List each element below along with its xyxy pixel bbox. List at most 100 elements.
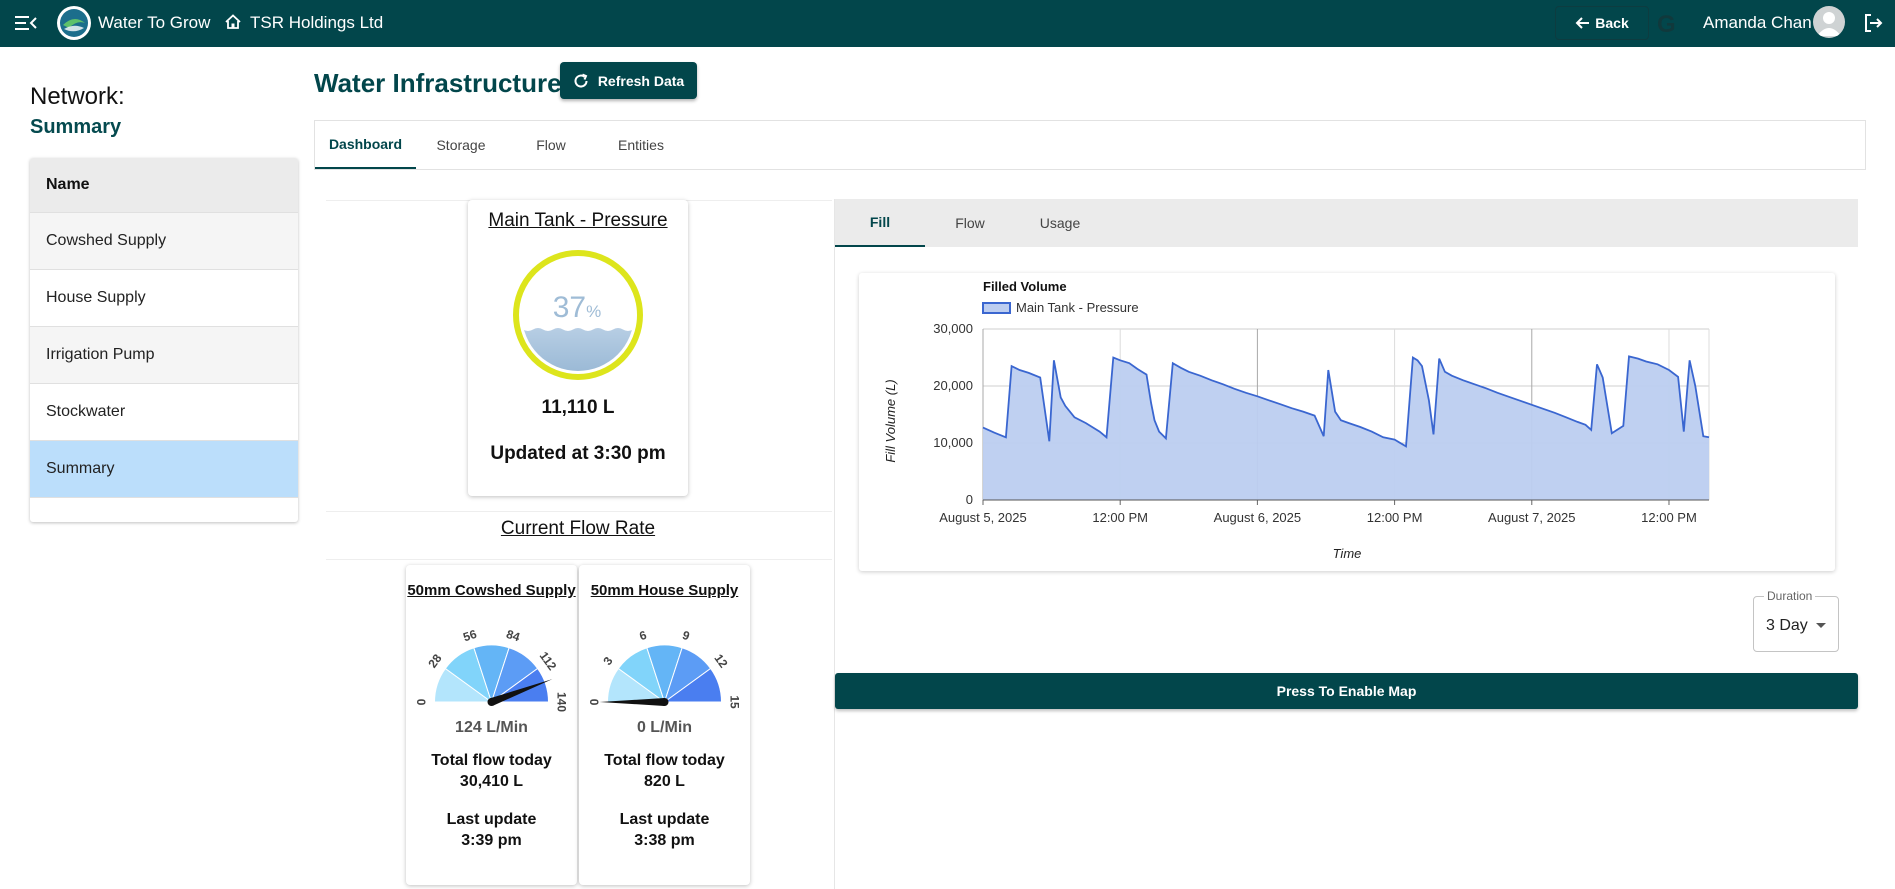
tank-level-gauge: 37% <box>513 250 643 380</box>
gauge-tick-label: 15 <box>727 695 741 709</box>
page-title: Water Infrastructure <box>314 68 562 98</box>
water-drop-logo-icon <box>60 9 88 37</box>
sidebar-item-summary[interactable]: Summary <box>30 441 298 498</box>
x-tick-label: 12:00 PM <box>1641 510 1697 525</box>
sidebar-item-house-supply[interactable]: House Supply <box>30 270 298 327</box>
chart-title: Filled Volume <box>983 279 1067 294</box>
refresh-data-label: Refresh Data <box>597 72 685 89</box>
tab-dashboard[interactable]: Dashboard <box>315 121 416 169</box>
table-header-name[interactable]: Name <box>30 158 298 213</box>
y-tick-label: 30,000 <box>933 321 973 336</box>
logout-icon[interactable] <box>1862 12 1884 34</box>
back-label: Back <box>1595 15 1629 31</box>
app-name[interactable]: Water To Grow <box>98 13 210 33</box>
gauge-tick-label: 84 <box>505 627 522 645</box>
gauge-tick-label: 112 <box>537 649 560 673</box>
tab-usage[interactable]: Usage <box>1015 199 1105 247</box>
total-flow-value: 30,410 L <box>459 773 524 790</box>
flow-rate-value: 124 L/Min <box>455 719 528 736</box>
gauge-tick-label: 3 <box>600 654 615 668</box>
tab-fill[interactable]: Fill <box>835 199 925 247</box>
total-flow-label: Total flow today <box>604 752 725 769</box>
current-flow-rate-title: Current Flow Rate <box>500 518 656 539</box>
sidebar-item-cowshed-supply[interactable]: Cowshed Supply <box>30 213 298 270</box>
home-icon <box>225 14 241 29</box>
legend-entry[interactable]: Main Tank - Pressure <box>1016 300 1139 315</box>
legend-swatch[interactable] <box>982 302 1011 314</box>
divider <box>326 559 832 560</box>
x-tick-label: August 5, 2025 <box>939 510 1026 525</box>
sidebar-item-label: House Supply <box>46 289 146 306</box>
app-logo[interactable] <box>57 6 91 40</box>
gauge-tick-label: 0 <box>415 698 429 705</box>
last-update-value: 3:38 pm <box>634 832 695 849</box>
x-tick-label: 12:00 PM <box>1092 510 1148 525</box>
network-name: Summary <box>30 116 122 138</box>
total-flow-label: Total flow today <box>431 752 552 769</box>
flow-card-cowshed[interactable]: 50mm Cowshed Supply 0 28 56 84 112 140 124 L/… <box>406 565 577 885</box>
x-tick-label: 12:00 PM <box>1367 510 1423 525</box>
total-flow-value: 820 L <box>644 773 685 790</box>
sidebar-item-label: Irrigation Pump <box>46 346 155 363</box>
flow-rate-value: 0 L/Min <box>636 719 693 736</box>
gauge-tick-label: 12 <box>711 651 730 670</box>
y-axis-label: Fill Volume (L) <box>883 379 898 462</box>
sidebar-item-label: Summary <box>46 460 115 477</box>
flow-card-house[interactable]: 50mm House Supply 0 3 6 9 12 15 0 L/Min Total… <box>579 565 750 885</box>
caret-down-icon <box>1816 623 1826 628</box>
avatar[interactable] <box>1813 6 1845 38</box>
tab-entities[interactable]: Entities <box>596 121 686 169</box>
gauge-tick-label: 0 <box>588 698 602 705</box>
network-table: Name Cowshed Supply House Supply Irrigat… <box>30 158 298 522</box>
arrow-left-icon <box>1575 17 1590 29</box>
avatar-icon <box>1817 12 1841 36</box>
sidebar-item-irrigation-pump[interactable]: Irrigation Pump <box>30 327 298 384</box>
gauge-tick-label: 140 <box>554 692 568 712</box>
last-update-label: Last update <box>619 811 710 828</box>
organization-name[interactable]: TSR Holdings Ltd <box>250 13 383 33</box>
tab-chart-flow[interactable]: Flow <box>925 199 1015 247</box>
last-update-value: 3:39 pm <box>461 832 522 849</box>
tab-flow[interactable]: Flow <box>506 121 596 169</box>
chart-panel: Fill Flow Usage Filled Volume Main Tank … <box>834 199 1858 889</box>
sidebar-item-label: Cowshed Supply <box>46 232 167 249</box>
enable-map-label: Press To Enable Map <box>1276 683 1417 699</box>
gauge-tick-label: 56 <box>461 627 478 645</box>
duration-select[interactable]: Duration 3 Day <box>1753 589 1839 652</box>
refresh-icon <box>574 73 588 88</box>
tab-storage[interactable]: Storage <box>416 121 506 169</box>
y-tick-label: 0 <box>966 492 973 507</box>
tank-card[interactable]: Main Tank - Pressure 37% 11,110 L Update… <box>468 200 688 496</box>
divider <box>326 511 832 512</box>
sidebar-item-label: Stockwater <box>46 403 126 420</box>
main-tabs: Dashboard Storage Flow Entities <box>314 120 1866 170</box>
tank-volume: 11,110 L <box>541 397 615 418</box>
x-axis-label: Time <box>1333 546 1362 561</box>
tank-updated: Updated at 3:30 pm <box>490 443 666 464</box>
refresh-data-button[interactable]: Refresh Data <box>560 62 697 99</box>
network-label: Network: <box>30 83 125 110</box>
google-icon[interactable]: G <box>1657 11 1676 39</box>
enable-map-button[interactable]: Press To Enable Map <box>835 673 1858 709</box>
fill-chart-card: Filled Volume Main Tank - Pressure Fill … <box>859 273 1835 571</box>
last-update-label: Last update <box>446 811 537 828</box>
series-area <box>983 356 1709 500</box>
x-tick-label: August 7, 2025 <box>1488 510 1575 525</box>
menu-collapse-icon[interactable] <box>14 12 38 34</box>
tank-name-link[interactable]: Main Tank - Pressure <box>468 210 688 232</box>
flow-name-link[interactable]: 50mm House Supply <box>579 581 750 600</box>
chart-tabs: Fill Flow Usage <box>835 199 1858 247</box>
x-tick-label: August 6, 2025 <box>1214 510 1301 525</box>
gauge-needle-hub <box>660 698 669 706</box>
y-tick-label: 20,000 <box>933 378 973 393</box>
fill-volume-chart[interactable]: Filled Volume Main Tank - Pressure Fill … <box>859 273 1835 571</box>
duration-value: 3 Day <box>1766 617 1808 634</box>
sidebar-item-stockwater[interactable]: Stockwater <box>30 384 298 441</box>
back-button[interactable]: Back <box>1555 6 1649 40</box>
gauge-tick-label: 9 <box>681 628 692 643</box>
y-tick-label: 10,000 <box>933 435 973 450</box>
user-name[interactable]: Amanda Chan <box>1703 13 1812 33</box>
flow-name-link[interactable]: 50mm Cowshed Supply <box>406 581 577 600</box>
gauge-tick-label: 6 <box>638 628 649 643</box>
duration-label: Duration <box>1764 589 1816 603</box>
